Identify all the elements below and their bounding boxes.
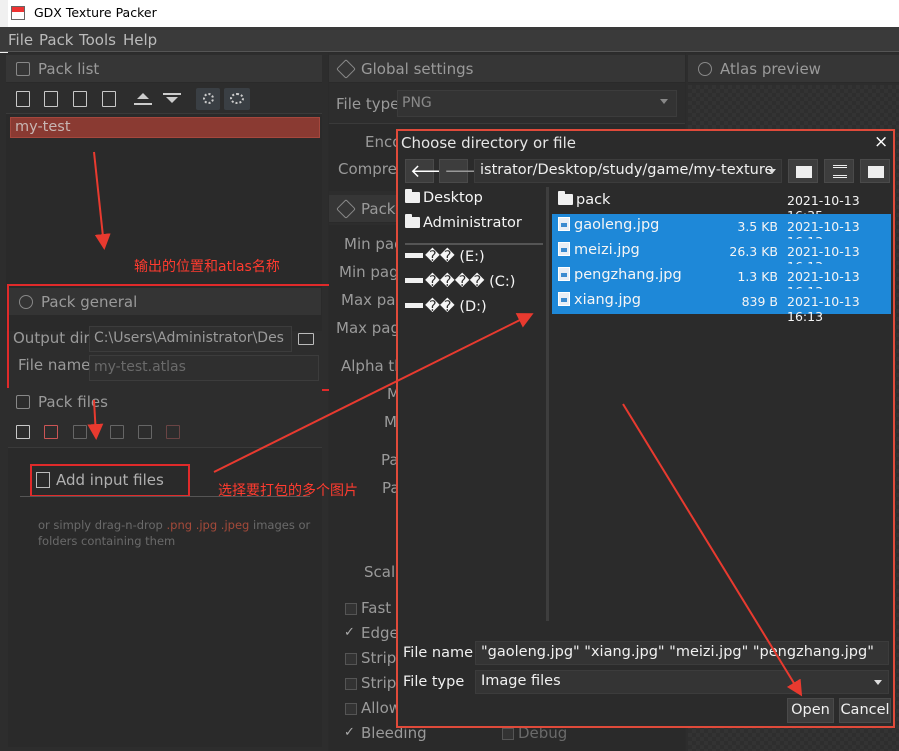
arrow-to-output <box>93 151 111 250</box>
arrow-to-pack-files <box>87 399 104 440</box>
annotation-arrows <box>87 151 803 697</box>
arrow-to-open <box>622 403 803 697</box>
arrow-to-file-list <box>213 313 534 473</box>
